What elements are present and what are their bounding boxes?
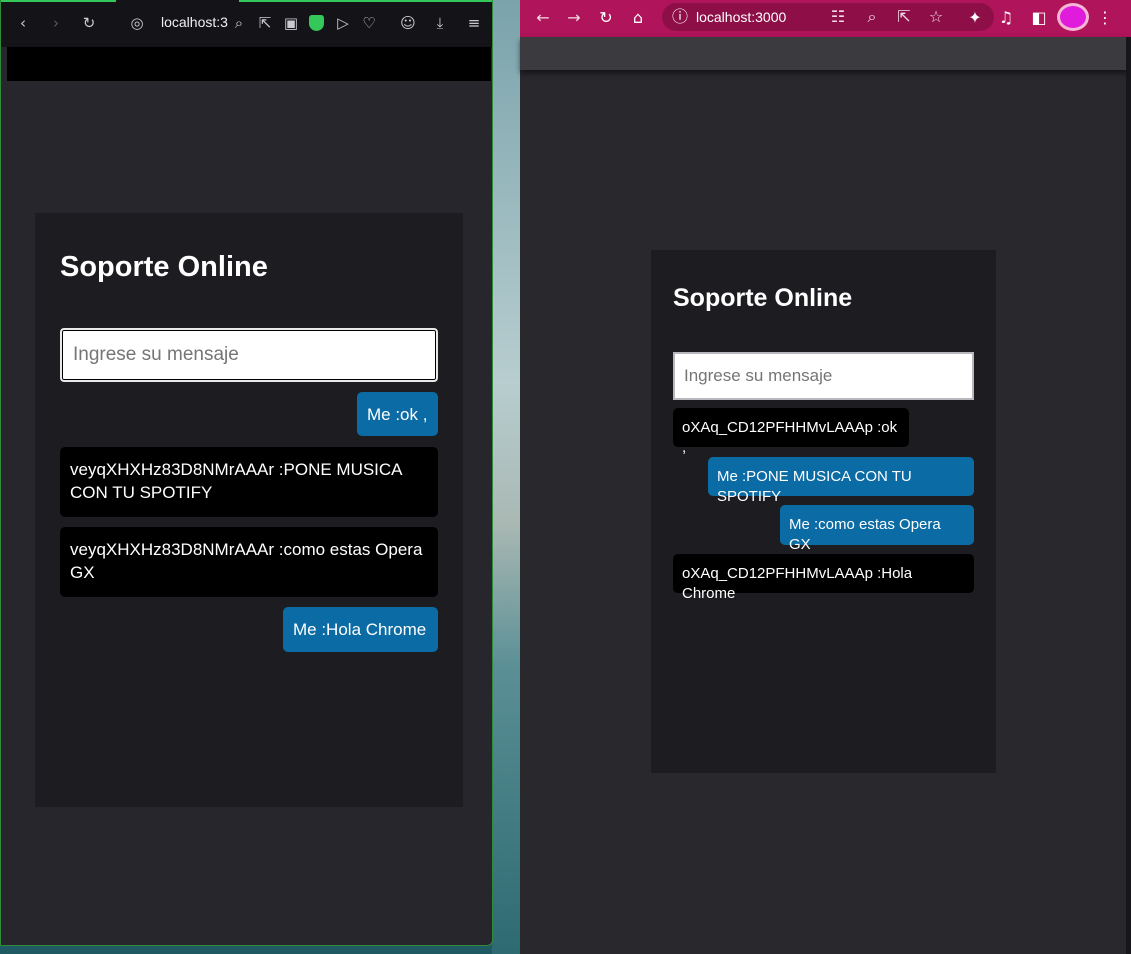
zoom-icon[interactable]: ⌕ (860, 5, 884, 29)
page-title: Soporte Online (60, 251, 268, 283)
bookmarks-bar (520, 37, 1131, 70)
window-edge (1126, 37, 1131, 954)
star-icon[interactable]: ☆ (924, 5, 948, 29)
download-icon[interactable]: ⤓ (429, 12, 451, 34)
address-bar[interactable]: localhost:3000 (696, 9, 786, 25)
media-icon[interactable]: ♫ (994, 6, 1018, 30)
message-bubble-other: oXAq_CD12PFHHMvLAAAp :ok , (673, 408, 909, 456)
message-input[interactable] (60, 328, 438, 382)
sidepanel-icon[interactable]: ◧ (1027, 6, 1051, 30)
share-icon[interactable]: ⇱ (892, 5, 916, 29)
send-icon[interactable]: ▷ (332, 12, 354, 34)
chrome-window: ← → ↻ ⌂ ⓘ localhost:3000 ☷ ⌕ ⇱ ☆ ✦ ♫ ◧ ⋮… (520, 0, 1131, 954)
address-bar[interactable]: localhost:3 (161, 14, 228, 30)
chat-card: Soporte Online oXAq_CD12PFHHMvLAAAp :ok … (651, 250, 996, 773)
translate-icon[interactable]: ☷ (826, 5, 850, 29)
profile-avatar[interactable] (1057, 3, 1089, 31)
zoom-icon[interactable]: ⌕ (228, 12, 250, 34)
message-bubble-me: Me :ok , (357, 392, 438, 436)
page-title: Soporte Online (673, 284, 853, 312)
bookmarks-bar (7, 47, 491, 81)
forward-icon[interactable]: → (562, 6, 586, 30)
tab-indicator (1, 0, 116, 2)
extensions-icon[interactable]: ✦ (963, 6, 987, 30)
message-bubble-me: Me :Hola Chrome (283, 607, 438, 652)
share-icon[interactable]: ⇱ (254, 12, 276, 34)
opera-toolbar: ‹ › ↻ ◎ localhost:3 ⌕ ⇱ ▣ ▷ ♡ ☺ ⤓ ≡ (1, 0, 492, 47)
omnibox[interactable]: ⓘ localhost:3000 ☷ ⌕ ⇱ ☆ (662, 3, 994, 31)
message-bubble-other: veyqXHXHz83D8NMrAAAr :como estas Opera G… (60, 527, 438, 597)
camera-icon[interactable]: ▣ (280, 12, 302, 34)
forward-icon[interactable]: › (45, 12, 67, 34)
message-bubble-me: Me :PONE MUSICA CON TU SPOTIFY (708, 457, 974, 505)
reload-icon[interactable]: ↻ (594, 6, 618, 30)
message-input[interactable] (673, 352, 974, 400)
globe-icon: ◎ (130, 14, 144, 32)
profile-icon[interactable]: ☺ (397, 12, 419, 34)
opera-window: ‹ › ↻ ◎ localhost:3 ⌕ ⇱ ▣ ▷ ♡ ☺ ⤓ ≡ Sopo… (0, 0, 493, 946)
tab-indicator (239, 0, 492, 2)
shield-icon[interactable] (309, 15, 324, 31)
message-bubble-other: oXAq_CD12PFHHMvLAAAp :Hola Chrome (673, 554, 974, 602)
heart-icon[interactable]: ♡ (358, 12, 380, 34)
kebab-menu-icon[interactable]: ⋮ (1093, 6, 1117, 30)
message-bubble-other: veyqXHXHz83D8NMrAAAr :PONE MUSICA CON TU… (60, 447, 438, 517)
info-icon[interactable]: ⓘ (668, 5, 692, 29)
message-bubble-me: Me :como estas Opera GX (780, 505, 974, 553)
desktop-background (492, 0, 522, 954)
menu-icon[interactable]: ≡ (463, 12, 485, 34)
back-icon[interactable]: ‹ (12, 12, 34, 34)
back-icon[interactable]: ← (531, 6, 555, 30)
reload-icon[interactable]: ↻ (78, 12, 100, 34)
chrome-toolbar: ← → ↻ ⌂ ⓘ localhost:3000 ☷ ⌕ ⇱ ☆ ✦ ♫ ◧ ⋮ (520, 0, 1131, 37)
chat-card: Soporte Online Me :ok , veyqXHXHz83D8NMr… (35, 213, 463, 807)
home-icon[interactable]: ⌂ (626, 6, 650, 30)
